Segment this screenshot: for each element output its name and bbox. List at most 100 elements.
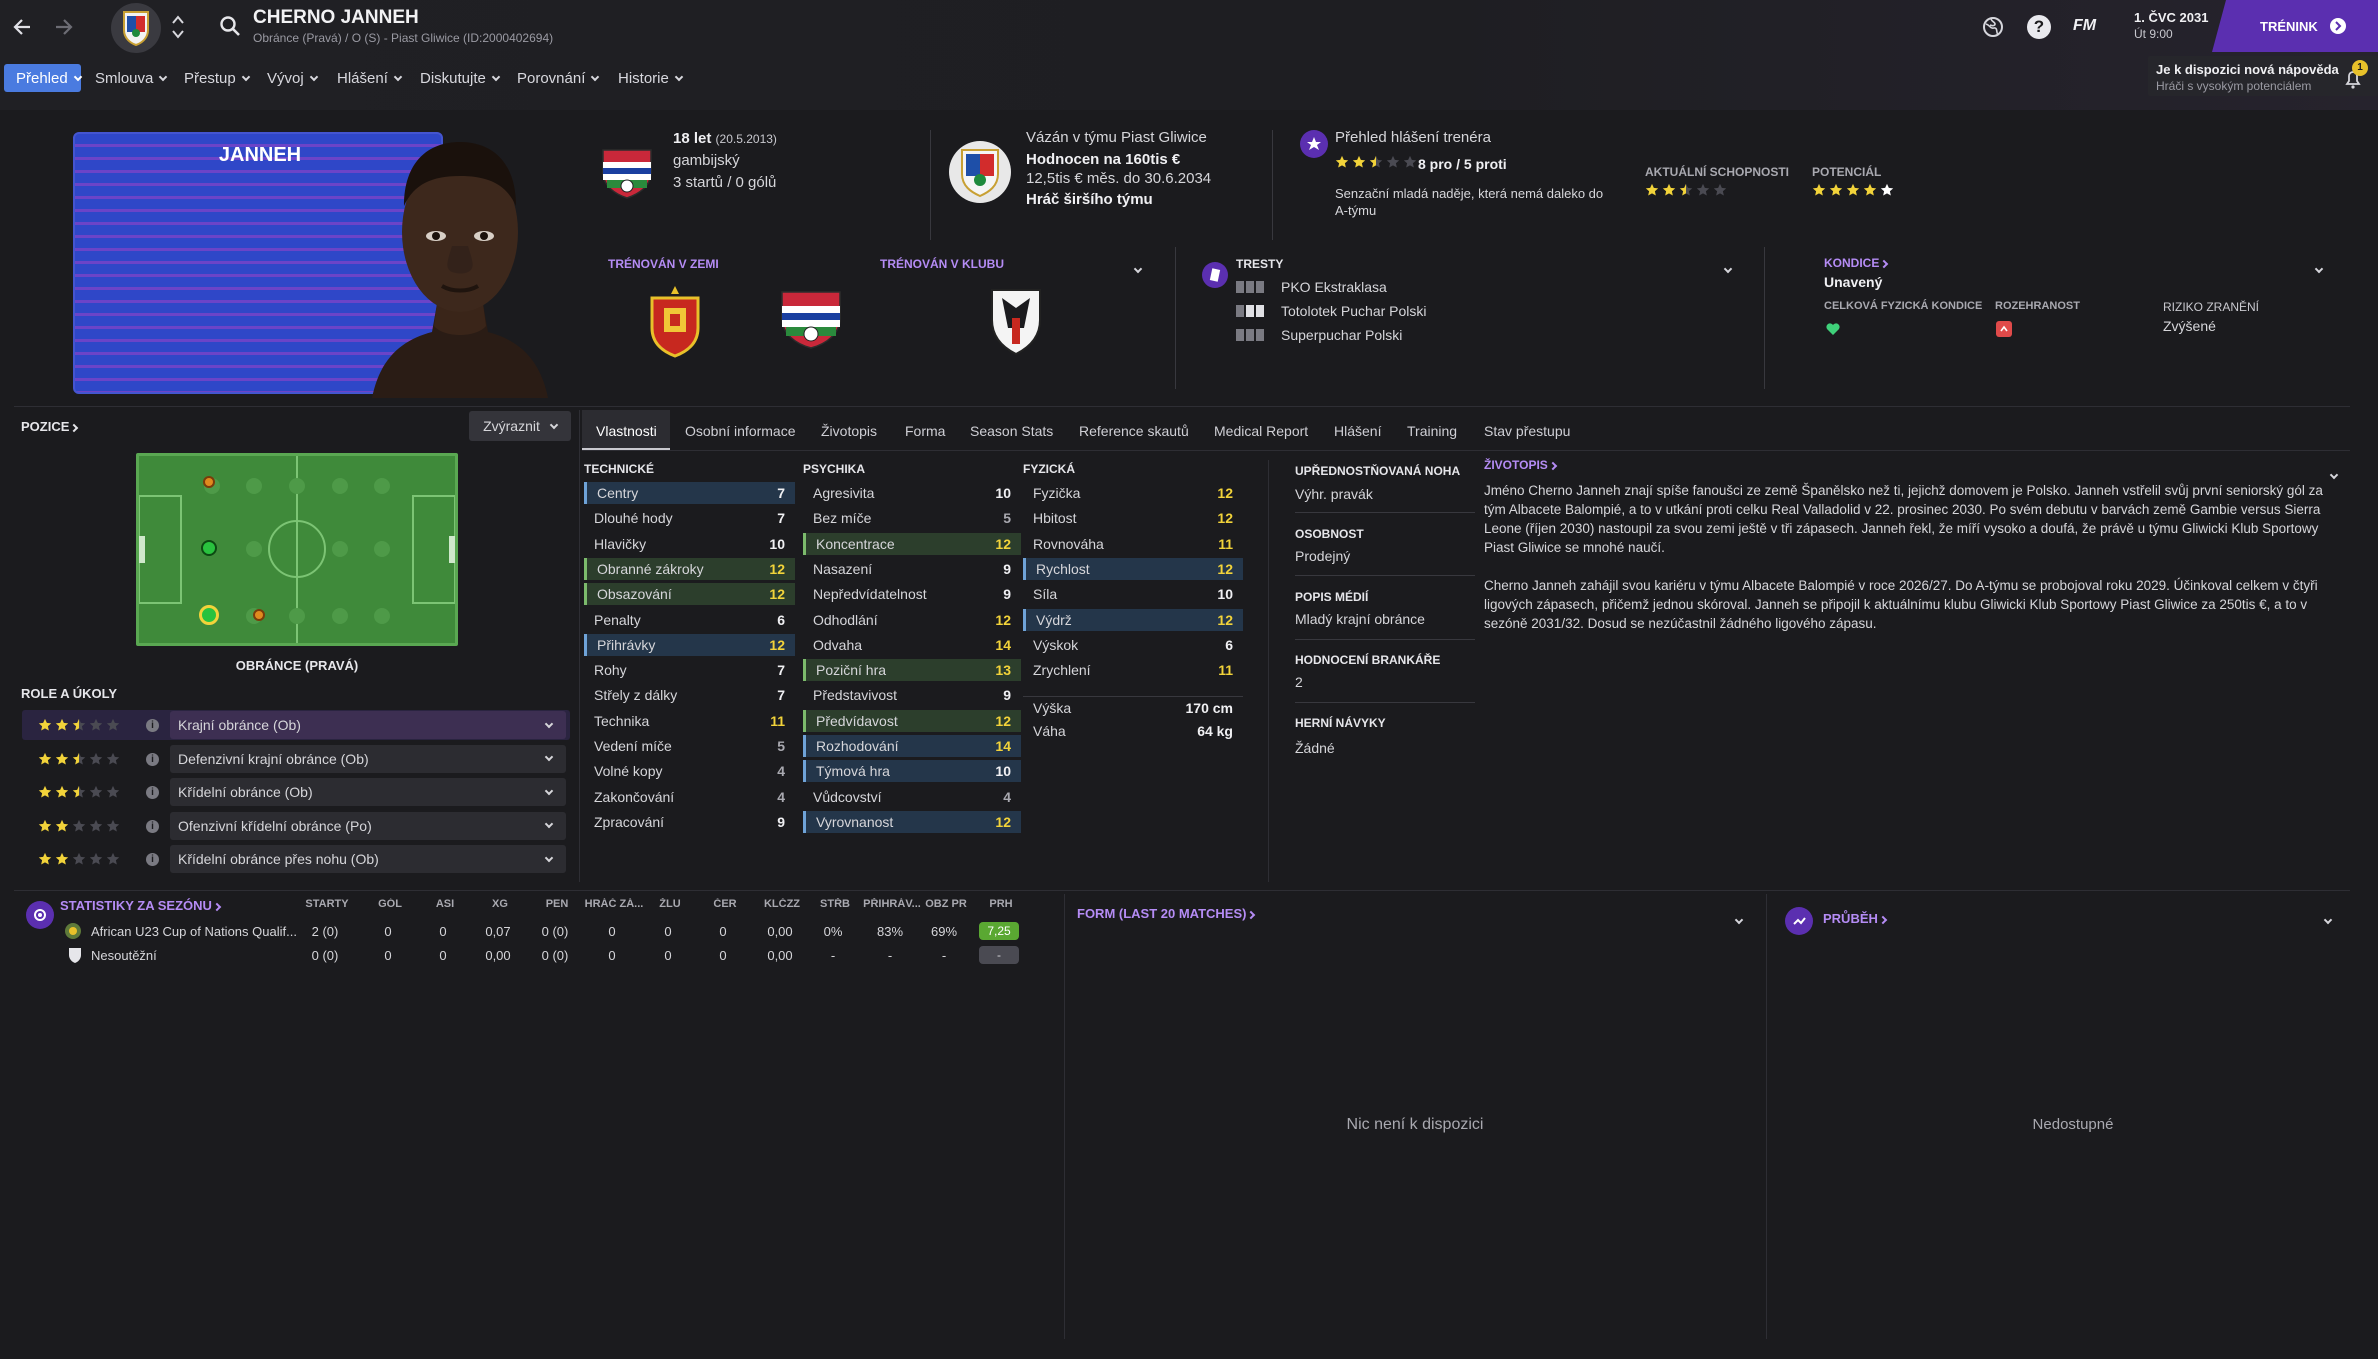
nav-porovnani[interactable]: Porovnání	[517, 70, 600, 87]
attribute-row[interactable]: Technika 11	[584, 710, 795, 732]
tab-season-stats[interactable]: Season Stats	[970, 423, 1053, 439]
condition-expand-icon[interactable]	[2313, 259, 2327, 274]
stats-competition-name[interactable]: African U23 Cup of Nations Qualif...	[91, 924, 297, 939]
attribute-row[interactable]: Rozhodování 14	[803, 735, 1021, 757]
nav-hlaseni[interactable]: Hlášení	[337, 70, 403, 87]
attribute-row[interactable]: Přihrávky 12	[584, 633, 795, 656]
attribute-row[interactable]: Rohy 7	[584, 659, 795, 681]
attribute-row[interactable]: Výdrž 12	[1023, 608, 1243, 631]
attribute-row[interactable]: Předvídavost 12	[803, 709, 1021, 732]
role-dropdown[interactable]: Ofenzivní křídelní obránce (Po)	[170, 811, 566, 840]
attribute-row[interactable]: Síla 10	[1023, 583, 1243, 605]
stats-column-header[interactable]: STŘB	[803, 898, 867, 910]
form-title[interactable]: FORM (LAST 20 MATCHES)	[1077, 906, 1256, 921]
stats-column-header[interactable]: XG	[468, 898, 532, 910]
nav-smlouva[interactable]: Smlouva	[95, 70, 168, 87]
attribute-row[interactable]: Obranné zákroky 12	[584, 557, 795, 580]
attribute-row[interactable]: Fyzička 12	[1023, 482, 1243, 504]
progress-expand-icon[interactable]	[2322, 910, 2336, 925]
bans-expand-icon[interactable]	[1722, 259, 1736, 274]
attribute-row[interactable]: Hbitost 12	[1023, 507, 1243, 529]
notification-panel[interactable]: Je k dispozici nová nápověda Hráči s vys…	[2148, 56, 2378, 96]
attribute-row[interactable]: Koncentrace 12	[803, 532, 1021, 555]
info-icon[interactable]: i	[146, 719, 159, 732]
attribute-row[interactable]: Představivost 9	[803, 684, 1021, 706]
attribute-row[interactable]: Hlavičky 10	[584, 533, 795, 555]
nav-prestup[interactable]: Přestup	[184, 70, 250, 87]
progress-title[interactable]: PRŮBĚH	[1823, 911, 1888, 926]
position-label: OBRÁNCE (PRAVÁ)	[235, 658, 359, 673]
tab-vlastnosti[interactable]: Vlastnosti	[596, 423, 657, 439]
attribute-row[interactable]: Zpracování 9	[584, 811, 795, 833]
stats-column-header[interactable]: PRH	[969, 898, 1033, 910]
nav-vyvoj[interactable]: Vývoj	[267, 70, 318, 87]
tab-medical-report[interactable]: Medical Report	[1214, 423, 1308, 439]
stats-column-header[interactable]: HRÁČ ZÁ...	[582, 898, 646, 910]
attribute-row[interactable]: Bez míče 5	[803, 507, 1021, 529]
fm-logo[interactable]: FM	[2073, 17, 2096, 35]
attribute-row[interactable]: Rychlost 12	[1023, 557, 1243, 580]
stats-competition-name[interactable]: Nesoutěžní	[91, 948, 157, 963]
info-icon[interactable]: i	[146, 752, 159, 766]
continue-button[interactable]: TRÉNINK	[2212, 0, 2378, 52]
stats-column-header[interactable]: STARTY	[295, 898, 359, 910]
attribute-row[interactable]: Vyrovnanost 12	[803, 810, 1021, 833]
season-stats-title[interactable]: STATISTIKY ZA SEZÓNU	[60, 898, 222, 913]
attribute-row[interactable]: Odvaha 14	[803, 634, 1021, 656]
highlight-dropdown[interactable]: Zvýraznit	[469, 411, 571, 441]
attribute-row[interactable]: Nepředvídatelnost 9	[803, 583, 1021, 605]
tab-training[interactable]: Training	[1407, 423, 1457, 439]
stats-column-header[interactable]: ČER	[693, 898, 757, 910]
coach-report-title[interactable]: Přehled hlášení trenéra	[1335, 129, 1491, 146]
nav-diskutujte[interactable]: Diskutujte	[420, 70, 501, 87]
tab-hlaseni[interactable]: Hlášení	[1334, 423, 1381, 439]
attribute-row[interactable]: Výskok 6	[1023, 634, 1243, 656]
globe-icon[interactable]	[1982, 16, 2004, 38]
form-expand-icon[interactable]	[1733, 910, 1747, 925]
help-icon[interactable]: ?	[2027, 15, 2051, 39]
attribute-row[interactable]: Obsazování 12	[584, 583, 795, 606]
role-dropdown[interactable]: Křídelní obránce přes nohu (Ob)	[170, 845, 566, 873]
attribute-row[interactable]: Zakončování 4	[584, 786, 795, 808]
biography-expand-icon[interactable]	[2328, 465, 2342, 480]
attribute-row[interactable]: Nasazení 9	[803, 558, 1021, 580]
trained-expand-icon[interactable]	[1132, 259, 1146, 274]
stats-column-header[interactable]: PEN	[525, 898, 589, 910]
tab-zivotopis[interactable]: Životopis	[821, 423, 877, 439]
search-icon[interactable]	[218, 14, 242, 38]
attribute-row[interactable]: Poziční hra 13	[803, 659, 1021, 682]
attribute-row[interactable]: Penalty 6	[584, 609, 795, 631]
forward-icon[interactable]	[50, 14, 76, 40]
tab-stav-prestupu[interactable]: Stav přestupu	[1484, 423, 1570, 439]
attribute-row[interactable]: Týmová hra 10	[803, 760, 1021, 783]
switch-player-icon[interactable]	[170, 10, 186, 44]
attribute-name: Volné kopy	[594, 763, 663, 780]
tab-osobni-informace[interactable]: Osobní informace	[685, 423, 796, 439]
attribute-row[interactable]: Rovnováha 11	[1023, 533, 1243, 555]
biography-title[interactable]: ŽIVOTOPIS	[1484, 458, 1558, 472]
attribute-row[interactable]: Volné kopy 4	[584, 760, 795, 782]
info-icon[interactable]: i	[146, 786, 159, 799]
role-dropdown[interactable]: Defenzivní krajní obránce (Ob)	[170, 744, 566, 773]
attribute-row[interactable]: Agresivita 10	[803, 482, 1021, 504]
tab-forma[interactable]: Forma	[905, 423, 945, 439]
position-title[interactable]: POZICE	[21, 419, 79, 434]
attribute-row[interactable]: Centry 7	[584, 482, 795, 504]
attribute-row[interactable]: Zrychlení 11	[1023, 659, 1243, 681]
nav-prehled[interactable]: Přehled	[16, 70, 82, 87]
player-caps[interactable]: 3 startů / 0 gólů	[673, 174, 776, 191]
info-icon[interactable]: i	[146, 853, 159, 866]
attribute-row[interactable]: Vůdcovství 4	[803, 786, 1021, 808]
contract-club[interactable]: Vázán v týmu Piast Gliwice	[1026, 129, 1207, 146]
role-dropdown[interactable]: Křídelní obránce (Ob)	[170, 778, 566, 806]
attribute-row[interactable]: Vedení míče 5	[584, 735, 795, 757]
tab-reference-skautu[interactable]: Reference skautů	[1079, 423, 1189, 439]
attribute-row[interactable]: Odhodlání 12	[803, 609, 1021, 631]
back-icon[interactable]	[10, 14, 36, 40]
condition-title[interactable]: KONDICE	[1824, 256, 1889, 270]
nav-historie[interactable]: Historie	[618, 70, 684, 87]
info-icon[interactable]: i	[146, 819, 159, 833]
attribute-row[interactable]: Střely z dálky 7	[584, 684, 795, 706]
attribute-row[interactable]: Dlouhé hody 7	[584, 507, 795, 529]
role-dropdown[interactable]: Krajní obránce (Ob)	[170, 711, 566, 739]
